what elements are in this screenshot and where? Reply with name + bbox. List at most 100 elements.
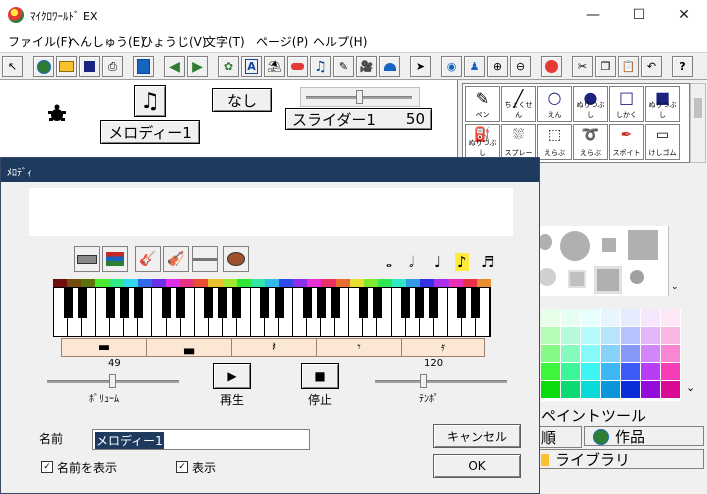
zoom-in-icon[interactable]: ⊕ — [487, 56, 508, 77]
black-key[interactable] — [372, 288, 382, 318]
fill-rect-tool[interactable]: ■ ぬりつぶし — [645, 86, 680, 122]
palette-swatch[interactable] — [541, 363, 560, 380]
palette-swatch[interactable] — [581, 345, 600, 362]
menu-text[interactable]: 文字(T) — [204, 33, 245, 50]
black-key[interactable] — [77, 288, 87, 318]
palette-swatch[interactable] — [561, 363, 580, 380]
palette-swatch[interactable] — [581, 363, 600, 380]
tools-scrollbar-thumb[interactable] — [694, 98, 702, 118]
melody-part-button[interactable]: ♫ — [134, 85, 166, 117]
black-key[interactable] — [302, 288, 312, 318]
cancel-button[interactable]: キャンセル — [433, 424, 521, 448]
turtle-icon[interactable] — [45, 102, 69, 126]
turtle-icon[interactable]: ✿ — [218, 56, 239, 77]
volume-slider-thumb[interactable] — [108, 374, 116, 388]
fill-tool[interactable]: ⛽ ぬりつぶし — [465, 124, 500, 160]
open-folder-icon[interactable] — [56, 56, 77, 77]
black-key[interactable] — [218, 288, 228, 318]
palette-swatch[interactable] — [621, 345, 640, 362]
palette-swatch[interactable] — [541, 345, 560, 362]
tab-library[interactable]: ライブラリ — [538, 449, 704, 469]
black-key[interactable] — [232, 288, 242, 318]
instrument-flute[interactable] — [192, 246, 218, 272]
menu-edit[interactable]: へんしゅう(E) — [68, 33, 145, 50]
button-part-icon[interactable] — [287, 56, 308, 77]
dome-icon[interactable] — [379, 56, 400, 77]
ok-button[interactable]: OK — [433, 454, 521, 478]
show-checkbox[interactable]: ✓ — [176, 461, 188, 473]
quarter-note-icon[interactable]: ♩ — [434, 253, 441, 271]
palette-swatch[interactable] — [561, 309, 580, 326]
tempo-slider-track[interactable] — [375, 380, 507, 383]
brush-scrollbar[interactable]: ⌄ — [668, 226, 683, 296]
select-rect-tool[interactable]: ⬚ えらぶ — [537, 124, 572, 160]
half-rest-icon[interactable]: ▃ — [147, 339, 232, 356]
prev-page-icon[interactable]: ◀ — [164, 56, 185, 77]
name-field[interactable]: メロディー1 — [92, 429, 310, 450]
black-key[interactable] — [119, 288, 129, 318]
palette-swatch[interactable] — [641, 345, 660, 362]
black-key[interactable] — [330, 288, 340, 318]
palette-scrollbar[interactable]: ⌄ — [682, 309, 702, 401]
palette-swatch[interactable] — [601, 363, 620, 380]
palette-swatch[interactable] — [621, 363, 640, 380]
half-note-icon[interactable]: 𝅗𝅥 — [409, 253, 414, 271]
rest-selector[interactable]: ▬ ▃ 𝄽 𝄾 𝄿 — [61, 338, 485, 357]
maximize-button[interactable]: ☐ — [616, 0, 662, 30]
instrument-violin[interactable]: 🎻 — [163, 246, 189, 272]
black-key[interactable] — [63, 288, 73, 318]
tools-scrollbar[interactable] — [690, 83, 706, 163]
save-icon[interactable] — [79, 56, 100, 77]
show-name-checkbox[interactable]: ✓ — [41, 461, 53, 473]
palette-swatch[interactable] — [601, 327, 620, 344]
palette-swatch[interactable] — [581, 327, 600, 344]
palette-swatch[interactable] — [601, 309, 620, 326]
eighth-rest-icon[interactable]: 𝄾 — [317, 339, 402, 356]
pen-stroke-icon[interactable]: ✎ — [333, 56, 354, 77]
color-palette[interactable] — [541, 309, 681, 401]
eraser-tool[interactable]: ▭ けしゴム — [645, 124, 680, 160]
stop-hand-icon[interactable] — [541, 56, 562, 77]
palette-swatch[interactable] — [601, 381, 620, 398]
instrument-drum[interactable] — [223, 246, 249, 272]
palette-swatch[interactable] — [661, 345, 680, 362]
palette-swatch[interactable] — [661, 309, 680, 326]
palette-swatch[interactable] — [601, 345, 620, 362]
palette-swatch[interactable] — [661, 327, 680, 344]
fill-circle-tool[interactable]: ● ぬりつぶし — [573, 86, 608, 122]
black-key[interactable] — [415, 288, 425, 318]
black-key[interactable] — [176, 288, 186, 318]
undo-icon[interactable]: ↶ — [641, 56, 662, 77]
paste-icon[interactable]: 📋 — [618, 56, 639, 77]
palette-swatch[interactable] — [621, 381, 640, 398]
whole-note-icon[interactable]: 𝅝 — [386, 253, 392, 271]
whole-rest-icon[interactable]: ▬ — [62, 339, 147, 356]
person-stamp-icon[interactable]: ♟ — [464, 56, 485, 77]
black-key[interactable] — [204, 288, 214, 318]
cut-icon[interactable]: ✂ — [572, 56, 593, 77]
palette-swatch[interactable] — [541, 327, 560, 344]
black-key[interactable] — [401, 288, 411, 318]
eighth-note-icon[interactable]: ♪ — [455, 253, 469, 271]
help-icon[interactable]: ? — [672, 56, 693, 77]
sixteenth-rest-icon[interactable]: 𝄿 — [402, 339, 484, 356]
palette-swatch[interactable] — [641, 363, 660, 380]
stage-slider[interactable] — [300, 87, 420, 107]
black-key[interactable] — [471, 288, 481, 318]
black-key[interactable] — [429, 288, 439, 318]
tab-order[interactable]: 順 — [538, 426, 582, 448]
zoom-out-icon[interactable]: ⊖ — [510, 56, 531, 77]
instrument-guitar[interactable]: 🎸 — [135, 246, 161, 272]
close-button[interactable]: ✕ — [661, 0, 707, 30]
black-key[interactable] — [457, 288, 467, 318]
brush-size-palette[interactable] — [538, 226, 668, 296]
sixteenth-note-icon[interactable]: ♬ — [481, 253, 494, 271]
black-key[interactable] — [133, 288, 143, 318]
circle-tool[interactable]: ○ えん — [537, 86, 572, 122]
pen-tool[interactable]: ✎ ペン — [465, 86, 500, 122]
arrow-cursor-icon[interactable]: ➤ — [410, 56, 431, 77]
none-button[interactable]: なし — [212, 88, 272, 112]
next-page-icon[interactable]: ▶ — [187, 56, 208, 77]
pointer-tool-icon[interactable]: ↖ — [2, 56, 23, 77]
eye-icon[interactable]: ◉ — [441, 56, 462, 77]
